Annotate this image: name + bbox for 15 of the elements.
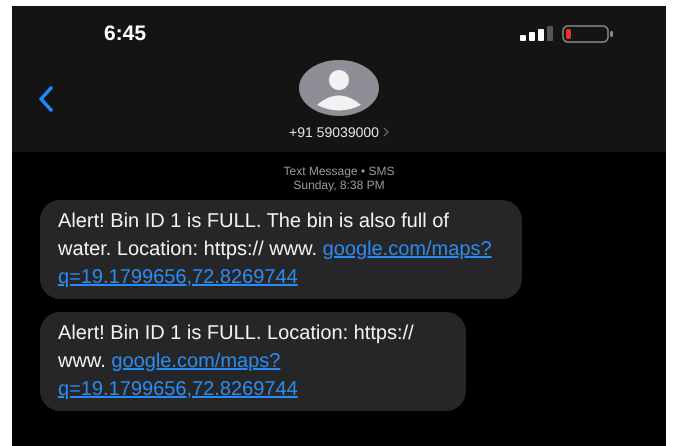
chevron-icon [382, 127, 389, 137]
back-icon[interactable] [38, 86, 54, 112]
message-bubble: Alert! Bin ID 1 is FULL. Location: https:// www. google.com/maps? q=19.1799656,72.8269744 [40, 312, 466, 411]
avatar-icon[interactable] [299, 60, 379, 116]
message-bubble: Alert! Bin ID 1 is FULL. The bin is also full of water. Location: https:// www. google.com/maps? q=19.1799656,72.8269744 [40, 200, 522, 299]
contact-number[interactable]: +91 59039000 [289, 124, 379, 140]
message-service-label: Text Message • SMS [284, 164, 394, 178]
map-link[interactable]: q=19.1799656,72.8269744 [58, 378, 298, 400]
map-link[interactable]: q=19.1799656,72.8269744 [58, 266, 298, 288]
battery-icon [562, 25, 614, 43]
map-link[interactable]: google.com/maps? [111, 350, 280, 372]
map-link[interactable]: google.com/maps? [322, 238, 492, 260]
signal-icon [520, 26, 554, 42]
status-time: 6:45 [104, 22, 146, 46]
message-timestamp: Sunday, 8:38 PM [293, 178, 385, 192]
